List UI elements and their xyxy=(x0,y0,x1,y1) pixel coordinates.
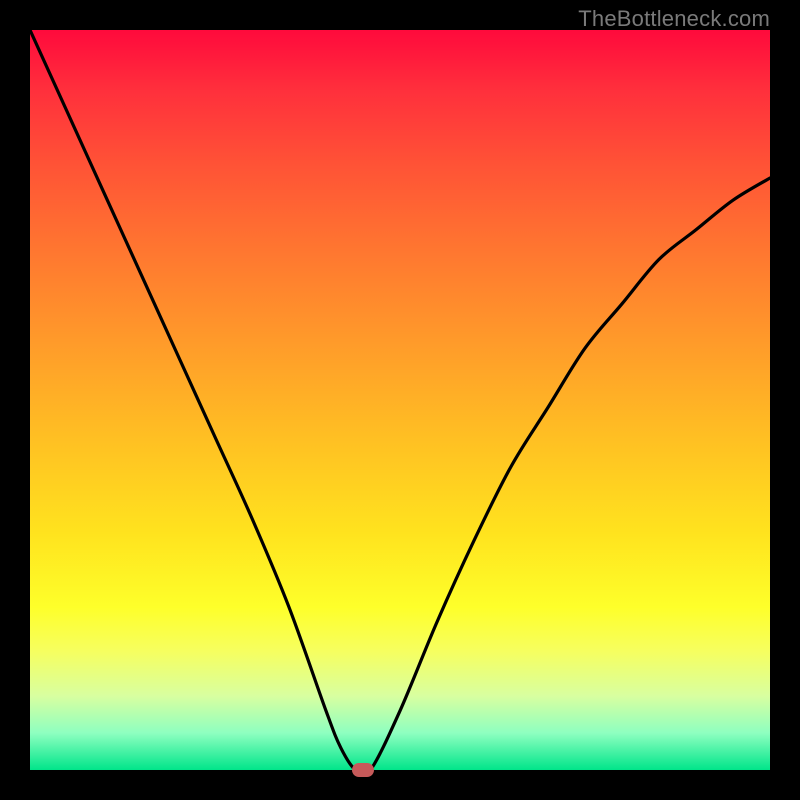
curve-svg xyxy=(30,30,770,770)
watermark-text: TheBottleneck.com xyxy=(578,6,770,32)
bottleneck-curve-path xyxy=(30,30,770,770)
chart-frame: TheBottleneck.com xyxy=(0,0,800,800)
plot-area xyxy=(30,30,770,770)
optimum-marker xyxy=(352,763,374,777)
